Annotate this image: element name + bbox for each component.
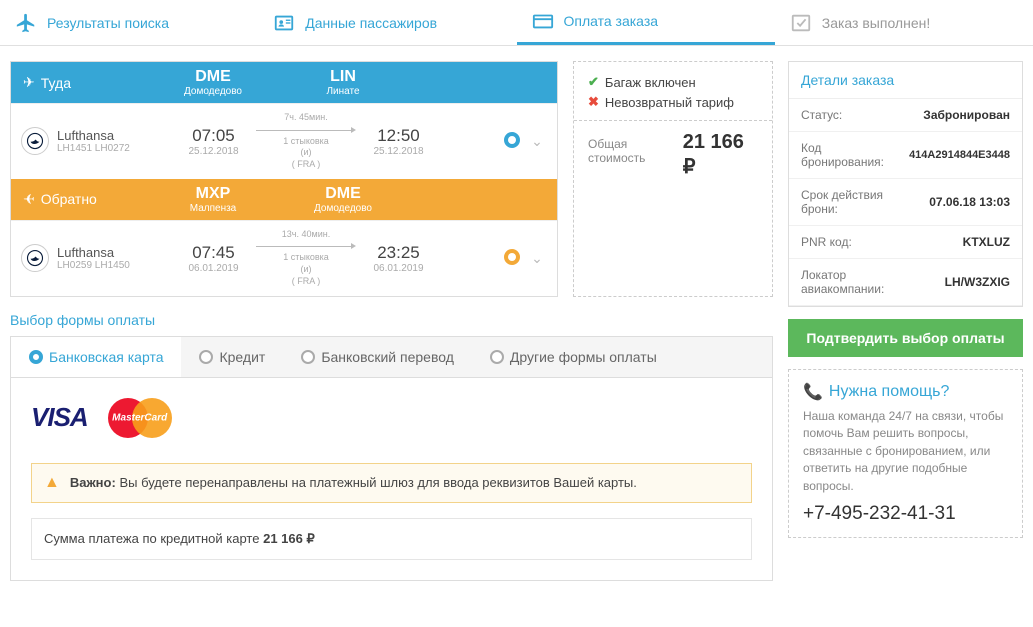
detail-row-pnr: PNR код:KTXLUZ (789, 226, 1022, 259)
check-icon (790, 14, 812, 32)
inbound-header: ✈Обратно MXPМалпензa DMEДомодедово (11, 179, 557, 220)
inbound-to: DMEДомодедово (293, 185, 393, 214)
chevron-down-icon[interactable]: ⌄ (527, 133, 547, 150)
order-details: Детали заказа Статус:Забронирован Код бр… (788, 61, 1023, 307)
inbound-dep: 07:4506.01.2019 (171, 243, 256, 274)
plane-icon (15, 14, 37, 32)
lufthansa-logo-icon (21, 244, 49, 272)
detail-row-status: Статус:Забронирован (789, 99, 1022, 132)
lufthansa-logo-icon (21, 127, 49, 155)
id-card-icon (273, 14, 295, 32)
inbound-flight-row[interactable]: LufthansaLH0259 LH1450 07:4506.01.2019 1… (11, 220, 557, 296)
total-label: Общая стоимость (588, 137, 683, 165)
outbound-duration: 7ч. 45мин. 1 стыковка(и)( FRA ) (256, 112, 356, 171)
outbound-arr: 12:5025.12.2018 (356, 126, 441, 157)
phone-icon: 📞 (803, 382, 823, 402)
inbound-arr: 23:2506.01.2019 (356, 243, 441, 274)
outbound-dep: 07:0525.12.2018 (171, 126, 256, 157)
nav-step-payment[interactable]: Оплата заказа (517, 0, 775, 45)
outbound-flight-row[interactable]: LufthansaLH1451 LH0272 07:0525.12.2018 7… (11, 103, 557, 179)
confirm-payment-button[interactable]: Подтвердить выбор оплаты (788, 319, 1023, 357)
cross-icon: ✖ (588, 94, 599, 110)
inbound-select-radio[interactable] (504, 249, 520, 265)
mastercard-logo-icon: MasterCard (108, 398, 172, 438)
chevron-down-icon[interactable]: ⌄ (527, 250, 547, 267)
total-value: 21 166 ₽ (683, 131, 758, 179)
help-phone[interactable]: +7-495-232-41-31 (803, 503, 1008, 525)
help-box: 📞Нужна помощь? Наша команда 24/7 на связ… (788, 369, 1023, 538)
tab-other[interactable]: Другие формы оплаты (472, 337, 675, 377)
card-logos: VISA MasterCard (31, 398, 752, 438)
plane-right-icon: ✈ (23, 74, 35, 91)
progress-nav: Результаты поиска Данные пассажиров Опла… (0, 0, 1033, 46)
outbound-from: DMEДомодедово (163, 68, 263, 97)
nav-step-done: Заказ выполнен! (775, 0, 1033, 45)
outbound-to: LINЛинате (293, 68, 393, 97)
fare-info-box: ✔Багаж включен ✖Невозвратный тариф Общая… (573, 61, 773, 297)
payment-tabs: Банковская карта Кредит Банковский перев… (10, 336, 773, 377)
detail-row-booking-code: Код бронирования:414A2914844E3448 (789, 132, 1022, 179)
warning-icon: ▲ (44, 474, 60, 492)
payment-section-title: Выбор формы оплаты (10, 312, 773, 328)
inbound-duration: 13ч. 40мин. 1 стыковка(и)( FRA ) (256, 229, 356, 288)
tab-bank-transfer[interactable]: Банковский перевод (283, 337, 472, 377)
order-details-title: Детали заказа (789, 62, 1022, 99)
tab-card[interactable]: Банковская карта (11, 337, 181, 377)
warning-box: ▲ Важно: Вы будете перенаправлены на пла… (31, 463, 752, 503)
nav-label: Заказ выполнен! (822, 15, 930, 31)
detail-row-expiry: Срок действия брони:07.06.18 13:03 (789, 179, 1022, 226)
nav-label: Данные пассажиров (305, 15, 437, 31)
nav-step-search[interactable]: Результаты поиска (0, 0, 258, 45)
inbound-from: MXPМалпензa (163, 185, 263, 214)
check-icon: ✔ (588, 74, 599, 90)
outbound-select-radio[interactable] (504, 132, 520, 148)
credit-card-icon (532, 12, 554, 30)
outbound-header: ✈Туда DMEДомодедово LINЛинате (11, 62, 557, 103)
payment-section: Выбор формы оплаты Банковская карта Кред… (10, 312, 773, 581)
nav-step-passengers[interactable]: Данные пассажиров (258, 0, 516, 45)
flight-summary: ✈Туда DMEДомодедово LINЛинате LufthansaL… (10, 61, 558, 297)
payment-sum-box: Сумма платежа по кредитной карте 21 166 … (31, 518, 752, 560)
tab-credit[interactable]: Кредит (181, 337, 283, 377)
plane-left-icon: ✈ (23, 191, 35, 208)
nav-label: Оплата заказа (564, 13, 659, 29)
nav-label: Результаты поиска (47, 15, 169, 31)
visa-logo-icon: VISA (31, 402, 88, 433)
detail-row-locator: Локатор авиакомпании:LH/W3ZXIG (789, 259, 1022, 306)
